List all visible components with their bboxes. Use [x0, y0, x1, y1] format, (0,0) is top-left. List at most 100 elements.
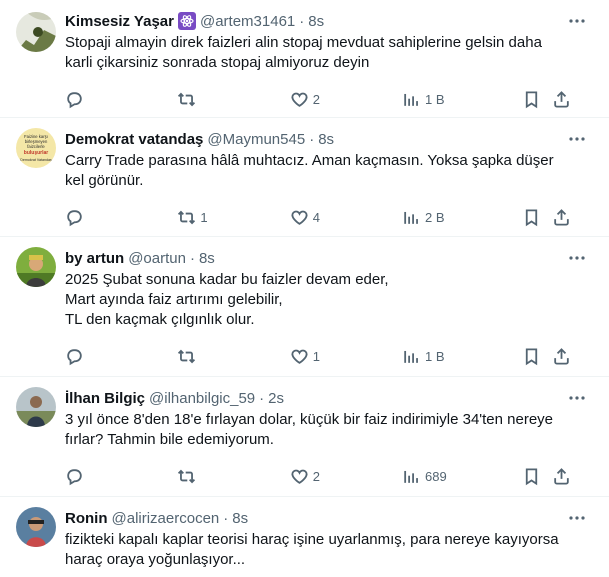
separator-dot: ·: [259, 389, 265, 407]
author-handle[interactable]: @oartun: [128, 250, 186, 267]
author-name[interactable]: Ronin: [65, 510, 108, 527]
tweet-4[interactable]: İlhan Bilgiç @ilhanbilgic_59 · 2s 3 yıl …: [0, 377, 609, 497]
avatar[interactable]: [16, 12, 56, 52]
more-options-icon[interactable]: [567, 12, 587, 30]
tweet-text: Stopaji almayin direk faizleri alin stop…: [65, 34, 542, 71]
retweet-button[interactable]: [177, 347, 289, 366]
reply-button[interactable]: [65, 208, 177, 227]
author-name[interactable]: by artun: [65, 250, 124, 267]
author-handle[interactable]: @ilhanbilgic_59: [149, 390, 255, 407]
author-name[interactable]: Kimsesiz Yaşar: [65, 13, 174, 30]
timestamp[interactable]: 8s: [232, 510, 248, 527]
avatar[interactable]: [16, 387, 56, 427]
bookmark-button[interactable]: [522, 90, 552, 109]
more-options-icon[interactable]: [567, 509, 587, 527]
timeline-feed: Kimsesiz Yaşar @artem31461 · 8s Stopaji …: [0, 0, 609, 577]
atom-badge-icon: [177, 12, 196, 30]
tweet-3[interactable]: by artun @oartun · 8s 2025 Şubat sonuna …: [0, 237, 609, 377]
avatar[interactable]: Faizine karşı birleşmeyen faizcilerle bu…: [16, 128, 56, 168]
tweet-text: 2025 Şubat sonuna kadar bu faizler devam…: [65, 271, 389, 328]
avatar-text-4: buluşurlar: [24, 150, 49, 156]
share-icon: [552, 90, 571, 109]
share-icon: [552, 208, 571, 227]
author-name[interactable]: İlhan Bilgiç: [65, 390, 145, 407]
views-chart-icon: [402, 347, 421, 366]
more-options-icon[interactable]: [567, 130, 587, 148]
timestamp[interactable]: 8s: [308, 13, 324, 30]
heart-icon: [290, 347, 309, 366]
like-button[interactable]: 1: [290, 347, 402, 366]
avatar[interactable]: [16, 247, 56, 287]
like-button[interactable]: 2: [290, 90, 402, 109]
tweet-1[interactable]: Kimsesiz Yaşar @artem31461 · 8s Stopaji …: [0, 0, 609, 118]
views-button[interactable]: 1 B: [402, 90, 522, 109]
reply-button[interactable]: [65, 347, 177, 366]
reply-button[interactable]: [65, 90, 177, 109]
timestamp[interactable]: 2s: [268, 390, 284, 407]
bookmark-icon: [522, 90, 541, 109]
like-count: 4: [312, 209, 320, 225]
separator-dot: ·: [189, 249, 195, 267]
author-handle[interactable]: @artem31461: [200, 13, 295, 30]
tweet-2[interactable]: Faizine karşı birleşmeyen faizcilerle bu…: [0, 118, 609, 237]
separator-dot: ·: [299, 12, 305, 30]
timestamp[interactable]: 8s: [318, 131, 334, 148]
share-button[interactable]: [552, 90, 571, 109]
bookmark-button[interactable]: [522, 347, 552, 366]
share-button[interactable]: [552, 208, 571, 227]
like-count: 1: [312, 348, 320, 364]
retweet-icon: [177, 208, 196, 227]
share-button[interactable]: [552, 467, 571, 486]
action-bar: 2 689: [65, 454, 571, 498]
action-bar: 1 1 B: [65, 334, 571, 378]
views-button[interactable]: 2 B: [402, 208, 522, 227]
reply-icon: [65, 208, 84, 227]
bookmark-icon: [522, 208, 541, 227]
retweet-icon: [177, 347, 196, 366]
views-chart-icon: [402, 467, 421, 486]
share-button[interactable]: [552, 347, 571, 366]
more-options-icon[interactable]: [567, 249, 587, 267]
reply-icon: [65, 90, 84, 109]
author-name[interactable]: Demokrat vatandaş: [65, 131, 203, 148]
avatar-text-3: faizcilerle: [27, 144, 45, 149]
view-count: 1 B: [425, 348, 445, 364]
tweet-text: Carry Trade parasına hâlâ muhtacız. Aman…: [65, 152, 554, 189]
views-button[interactable]: 689: [402, 467, 522, 486]
share-icon: [552, 467, 571, 486]
view-count: 1 B: [425, 91, 445, 107]
views-button[interactable]: 1 B: [402, 347, 522, 366]
separator-dot: ·: [309, 130, 315, 148]
view-count: 689: [425, 468, 447, 484]
heart-icon: [290, 467, 309, 486]
like-count: 2: [312, 468, 320, 484]
like-button[interactable]: 2: [290, 467, 402, 486]
share-icon: [552, 347, 571, 366]
reply-icon: [65, 347, 84, 366]
timestamp[interactable]: 8s: [199, 250, 215, 267]
separator-dot: ·: [223, 509, 229, 527]
bookmark-icon: [522, 347, 541, 366]
retweet-button[interactable]: 1: [177, 208, 289, 227]
reply-icon: [65, 467, 84, 486]
bookmark-button[interactable]: [522, 467, 552, 486]
views-chart-icon: [402, 208, 421, 227]
bookmark-button[interactable]: [522, 208, 552, 227]
tweet-text: 3 yıl önce 8'den 18'e fırlayan dolar, kü…: [65, 411, 554, 448]
author-handle[interactable]: @Maymun545: [207, 131, 305, 148]
action-bar: 2 1 B: [65, 77, 571, 121]
like-button[interactable]: 4: [290, 208, 402, 227]
author-handle[interactable]: @alirizaercocen: [112, 510, 220, 527]
retweet-count: 1: [200, 209, 208, 225]
more-options-icon[interactable]: [567, 389, 587, 407]
retweet-button[interactable]: [177, 90, 289, 109]
reply-button[interactable]: [65, 467, 177, 486]
bookmark-icon: [522, 467, 541, 486]
avatar-text-5: Demokrat Vatandaş: [20, 158, 52, 162]
retweet-icon: [177, 90, 196, 109]
tweet-5[interactable]: Ronin @alirizaercocen · 8s fizikteki kap…: [0, 497, 609, 577]
tweet-text: fizikteki kapalı kaplar teorisi haraç iş…: [65, 531, 559, 568]
retweet-button[interactable]: [177, 467, 289, 486]
avatar[interactable]: [16, 507, 56, 547]
like-count: 2: [312, 91, 320, 107]
